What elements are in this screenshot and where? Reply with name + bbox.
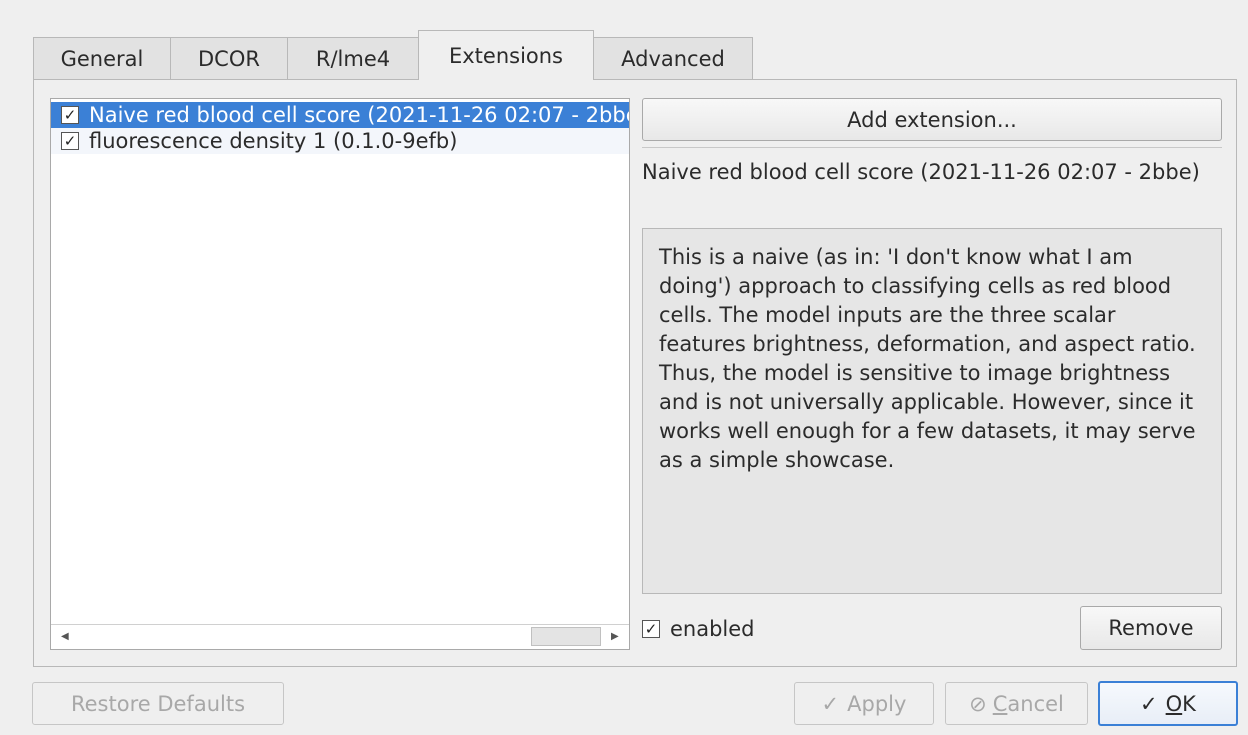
tab-advanced[interactable]: Advanced — [593, 37, 753, 79]
ok-button[interactable]: ✓ OK — [1098, 681, 1238, 726]
scroll-right-icon[interactable]: ▶ — [611, 631, 619, 642]
item-checkbox[interactable]: ✓ — [61, 106, 79, 124]
tab-extensions[interactable]: Extensions — [418, 30, 594, 80]
extension-description: This is a naive (as in: 'I don't know wh… — [642, 228, 1222, 594]
ok-label-rest: K — [1182, 691, 1196, 716]
list-item[interactable]: ✓ fluorescence density 1 (0.1.0-9efb) — [51, 128, 629, 154]
check-icon: ✓ — [821, 691, 840, 716]
check-icon: ✓ — [1140, 691, 1158, 716]
list-item-label: Naive red blood cell score (2021-11-26 0… — [89, 103, 629, 127]
add-extension-button[interactable]: Add extension... — [642, 98, 1222, 141]
enabled-checkbox-box[interactable]: ✓ — [642, 620, 660, 638]
ok-mnemonic: O — [1165, 691, 1183, 716]
extension-title: Naive red blood cell score (2021-11-26 0… — [642, 160, 1200, 184]
scroll-left-icon[interactable]: ◀ — [61, 631, 69, 642]
cancel-label: Cancel — [993, 692, 1064, 716]
cancel-button[interactable]: ⊘ Cancel — [945, 682, 1088, 725]
restore-defaults-button[interactable]: Restore Defaults — [32, 682, 284, 725]
list-item-label: fluorescence density 1 (0.1.0-9efb) — [89, 129, 458, 153]
apply-label: Apply — [847, 691, 907, 716]
enabled-label: enabled — [670, 617, 755, 641]
scrollbar-thumb[interactable] — [531, 627, 601, 646]
enabled-checkbox[interactable]: ✓ enabled — [642, 614, 755, 644]
apply-button[interactable]: ✓ Apply — [794, 682, 934, 725]
cancel-icon: ⊘ — [969, 691, 987, 716]
horizontal-scrollbar[interactable]: ◀ ▶ — [51, 624, 629, 649]
tab-r-lme4[interactable]: R/lme4 — [287, 37, 419, 79]
tab-general[interactable]: General — [33, 37, 171, 79]
list-item[interactable]: ✓ Naive red blood cell score (2021-11-26… — [51, 102, 629, 128]
tab-dcor[interactable]: DCOR — [170, 37, 288, 79]
cancel-label-rest: ancel — [1007, 691, 1064, 716]
ok-label: OK — [1166, 692, 1196, 716]
cancel-mnemonic: C — [992, 691, 1008, 716]
extension-list[interactable]: ✓ Naive red blood cell score (2021-11-26… — [50, 98, 630, 650]
divider — [642, 147, 1222, 148]
item-checkbox[interactable]: ✓ — [61, 132, 79, 150]
remove-button[interactable]: Remove — [1080, 606, 1222, 650]
